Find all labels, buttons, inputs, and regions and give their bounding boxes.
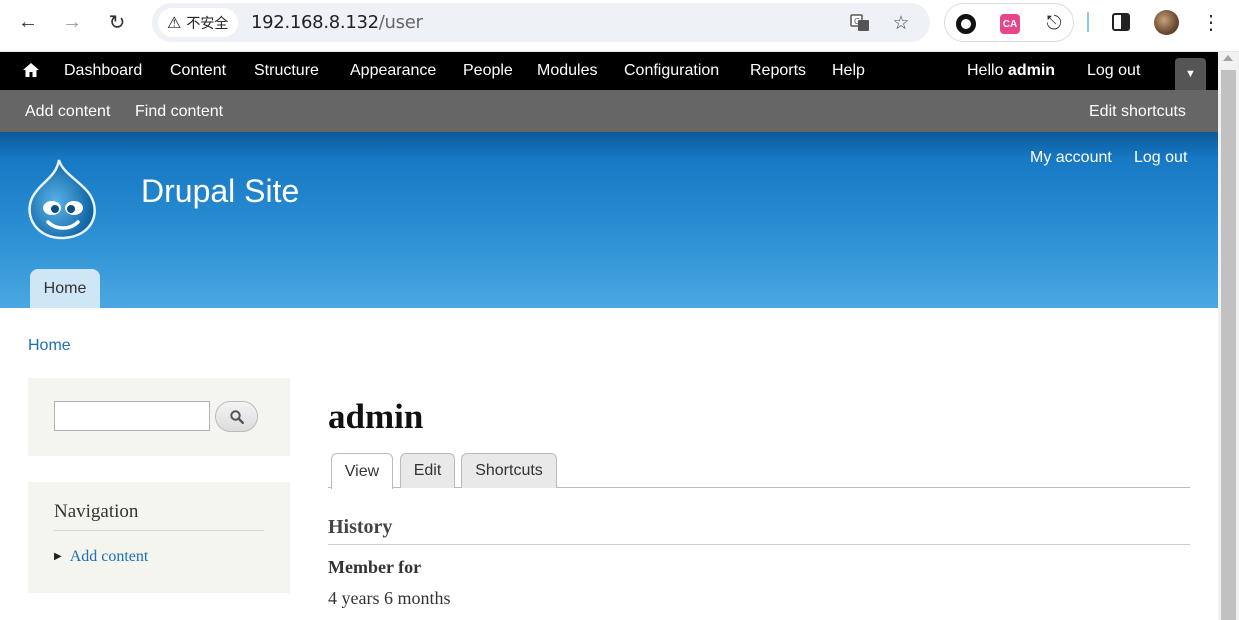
member-for-value: 4 years 6 months xyxy=(328,588,451,608)
tab-view[interactable]: View xyxy=(331,453,393,489)
menu-kebab-icon[interactable]: ⋮ xyxy=(1197,8,1225,36)
triangle-right-icon: ▶ xyxy=(54,551,62,562)
site-name[interactable]: Drupal Site xyxy=(141,173,299,210)
my-account-link[interactable]: My account xyxy=(1030,149,1112,167)
hello-username: admin xyxy=(1007,62,1056,79)
toolbar-item-reports[interactable]: Reports xyxy=(750,62,806,80)
security-label: 不安全 xyxy=(186,14,229,31)
security-chip[interactable]: ⚠ 不安全 xyxy=(158,8,238,37)
search-input[interactable] xyxy=(54,401,210,431)
url-text[interactable]: 192.168.8.132/user xyxy=(251,12,423,33)
navigation-divider xyxy=(54,530,264,531)
shortcuts-toggle-icon[interactable]: ▼ xyxy=(1175,58,1206,90)
address-bar[interactable]: ⚠ 不安全 192.168.8.132/user G ☆ xyxy=(152,3,930,42)
toolbar-item-modules[interactable]: Modules xyxy=(537,62,597,80)
navigation-block: Navigation ▶ Add content xyxy=(28,482,290,593)
hello-user[interactable]: Hello admin xyxy=(967,62,1055,80)
search-block xyxy=(28,378,290,456)
toolbar-divider xyxy=(1087,12,1089,32)
user-tabs: View Edit Shortcuts xyxy=(328,453,1190,489)
warning-icon: ⚠ xyxy=(167,14,182,32)
dictionary-extension-icon[interactable]: CA xyxy=(997,11,1023,37)
shortcut-find-content[interactable]: Find content xyxy=(135,103,223,121)
history-divider xyxy=(328,544,1190,545)
shortcuts-bar: Add content Find content Edit shortcuts xyxy=(0,90,1218,132)
site-header: Drupal Site My account Log out Home xyxy=(0,132,1218,308)
toolbar-item-dashboard[interactable]: Dashboard xyxy=(64,62,142,80)
scroll-up-icon[interactable] xyxy=(1223,55,1233,61)
member-for-label: Member for xyxy=(328,557,422,577)
edit-shortcuts-link[interactable]: Edit shortcuts xyxy=(1089,103,1186,121)
navigation-title: Navigation xyxy=(54,501,139,522)
bookmark-star-icon[interactable]: ☆ xyxy=(888,10,914,36)
toolbar-item-content[interactable]: Content xyxy=(170,62,226,80)
url-path: /user xyxy=(378,12,423,33)
record-extension-icon[interactable] xyxy=(953,11,979,37)
toolbar-logout[interactable]: Log out xyxy=(1087,62,1140,80)
tab-shortcuts[interactable]: Shortcuts xyxy=(461,453,557,488)
toolbar-item-help[interactable]: Help xyxy=(832,62,865,80)
search-button[interactable] xyxy=(215,401,258,432)
breadcrumb[interactable]: Home xyxy=(28,337,71,355)
toolbar-item-appearance[interactable]: Appearance xyxy=(350,62,436,80)
home-icon[interactable] xyxy=(22,61,42,81)
history-heading: History xyxy=(328,516,393,538)
admin-toolbar: Dashboard Content Structure Appearance P… xyxy=(0,52,1218,90)
extensions-group: CA ⎋ xyxy=(944,3,1074,42)
page-scrollbar[interactable] xyxy=(1218,52,1239,620)
search-icon xyxy=(229,409,244,424)
toolbar-item-structure[interactable]: Structure xyxy=(254,62,319,80)
drupal-logo[interactable] xyxy=(26,158,100,240)
profile-avatar[interactable] xyxy=(1154,10,1179,35)
hello-label: Hello xyxy=(967,62,1004,79)
side-panel-icon[interactable] xyxy=(1107,8,1135,36)
back-arrow-icon[interactable]: ← xyxy=(14,8,42,36)
shortcut-add-content[interactable]: Add content xyxy=(25,103,110,121)
page-title: admin xyxy=(328,397,424,436)
nav-item-add-content[interactable]: ▶ Add content xyxy=(54,548,148,566)
svg-text:G: G xyxy=(854,17,860,26)
nav-item-label: Add content xyxy=(69,548,149,565)
toolbar-item-people[interactable]: People xyxy=(463,62,513,80)
header-logout-link[interactable]: Log out xyxy=(1134,149,1187,167)
toolbar-item-configuration[interactable]: Configuration xyxy=(624,62,719,80)
scrollbar-thumb[interactable] xyxy=(1221,70,1236,620)
url-host: 192.168.8.132 xyxy=(251,12,379,33)
browser-toolbar: ← → ↻ ⚠ 不安全 192.168.8.132/user G ☆ CA ⎋ … xyxy=(0,0,1239,52)
translate-icon[interactable]: G xyxy=(847,10,873,36)
main-menu-home-tab[interactable]: Home xyxy=(30,269,100,308)
forward-arrow-icon[interactable]: → xyxy=(58,8,86,36)
reload-icon[interactable]: ↻ xyxy=(103,8,131,36)
puzzle-icon[interactable]: ⎋ xyxy=(1041,11,1067,37)
tab-edit[interactable]: Edit xyxy=(400,453,455,488)
